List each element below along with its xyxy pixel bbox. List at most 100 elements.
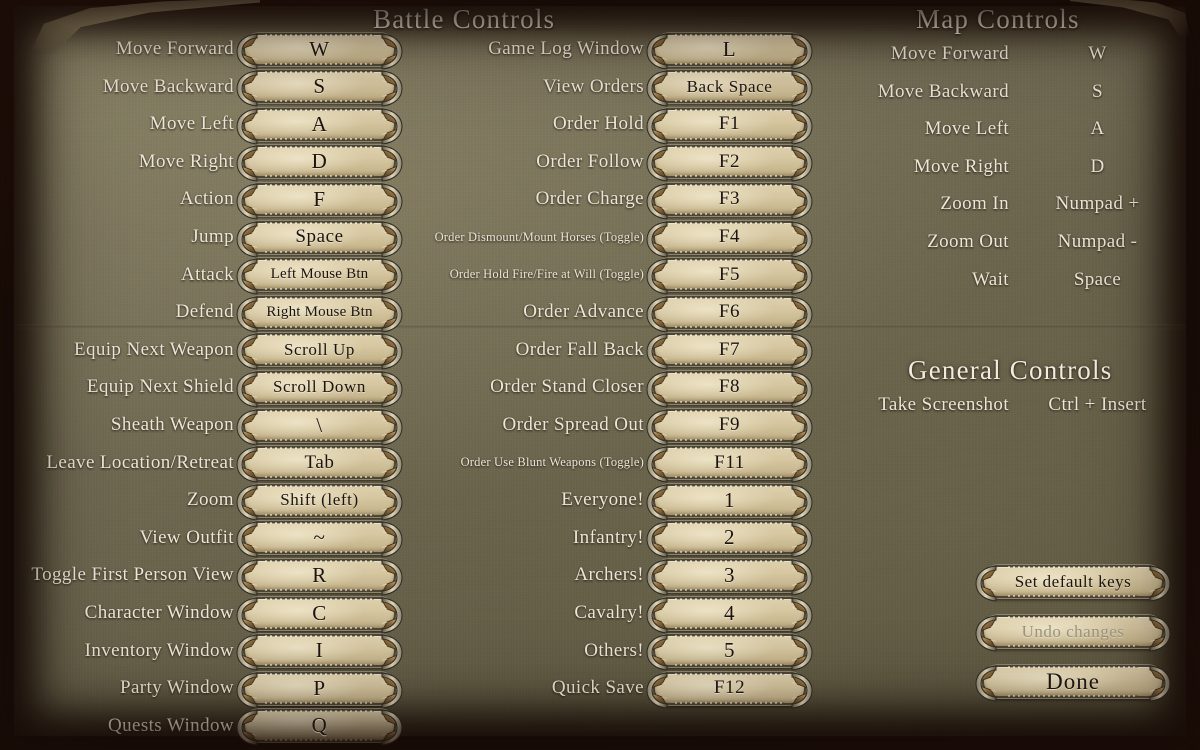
keybinding-button[interactable]: 3 bbox=[646, 558, 813, 596]
keybinding-row: Quick Save F12 bbox=[410, 671, 813, 709]
keybinding-button[interactable]: S bbox=[236, 70, 403, 107]
keybinding-key-value: 4 bbox=[723, 600, 736, 625]
keybinding-button[interactable]: 2 bbox=[646, 521, 813, 558]
keybinding-row: View Orders Back Space bbox=[410, 70, 813, 107]
keybinding-label: Action bbox=[179, 188, 234, 210]
heading-general-controls: General Controls bbox=[908, 355, 1113, 385]
keybinding-button[interactable]: Q bbox=[236, 709, 403, 746]
keybinding-row: Cavalry! 4 bbox=[410, 596, 813, 634]
control-info-label: Wait bbox=[971, 268, 1009, 290]
keybinding-button[interactable]: F9 bbox=[646, 408, 813, 446]
keybinding-button[interactable]: ~ bbox=[236, 521, 403, 558]
keybinding-row: Toggle First Person View R bbox=[0, 558, 403, 596]
control-info-key: W bbox=[1088, 43, 1107, 64]
keybinding-key-value: Space bbox=[295, 226, 344, 247]
keybinding-button[interactable]: F12 bbox=[646, 671, 813, 709]
control-info-row: Wait Space bbox=[845, 269, 1170, 291]
keybinding-button[interactable]: I bbox=[236, 634, 403, 671]
keybinding-button[interactable]: F5 bbox=[646, 258, 813, 295]
keybinding-button[interactable]: 1 bbox=[646, 483, 813, 521]
keybinding-button[interactable]: \ bbox=[236, 408, 403, 446]
action-button-label: Set default keys bbox=[1014, 571, 1132, 591]
control-info-row: Move Forward W bbox=[845, 43, 1170, 65]
keybinding-button[interactable]: P bbox=[236, 671, 403, 709]
keybinding-label: Move Forward bbox=[115, 38, 234, 59]
control-info-row: Move Left A bbox=[845, 118, 1170, 140]
keybinding-label: Toggle First Person View bbox=[31, 564, 234, 586]
keybinding-key-value: 1 bbox=[723, 487, 736, 512]
keybinding-key-value: F5 bbox=[718, 263, 741, 285]
keybinding-button[interactable]: C bbox=[236, 596, 403, 634]
keybinding-button[interactable]: Back Space bbox=[646, 70, 813, 107]
keybinding-button[interactable]: Left Mouse Btn bbox=[236, 258, 403, 295]
keybinding-key-value: F6 bbox=[718, 301, 741, 323]
keybinding-button[interactable]: A bbox=[236, 107, 403, 145]
keybinding-row: Archers! 3 bbox=[410, 558, 813, 596]
keybinding-button[interactable]: F2 bbox=[646, 145, 813, 182]
keybinding-button[interactable]: F6 bbox=[646, 295, 813, 333]
keybinding-key-value: F12 bbox=[713, 677, 746, 699]
keybinding-button[interactable]: F3 bbox=[646, 182, 813, 220]
keybinding-button[interactable]: Tab bbox=[236, 446, 403, 483]
keybinding-label: Leave Location/Retreat bbox=[46, 451, 234, 473]
keybinding-button[interactable]: Right Mouse Btn bbox=[236, 295, 403, 333]
keybinding-button[interactable]: F1 bbox=[646, 107, 813, 145]
keybinding-key-value: D bbox=[311, 149, 328, 174]
keybinding-label: Order Fall Back bbox=[515, 338, 644, 360]
keybinding-button[interactable]: F7 bbox=[646, 333, 813, 370]
keybinding-key-value: P bbox=[313, 675, 326, 700]
keybinding-row: Attack Left Mouse Btn bbox=[0, 258, 403, 295]
keybinding-row: Order Charge F3 bbox=[410, 182, 813, 220]
keybinding-button[interactable]: F11 bbox=[646, 446, 813, 483]
keybinding-button[interactable]: 4 bbox=[646, 596, 813, 634]
control-info-row: Take Screenshot Ctrl + Insert bbox=[845, 394, 1170, 416]
keybinding-button[interactable]: D bbox=[236, 145, 403, 182]
keybinding-button[interactable]: L bbox=[646, 32, 813, 70]
keybinding-button[interactable]: Scroll Down bbox=[236, 370, 403, 408]
keybinding-button[interactable]: 5 bbox=[646, 634, 813, 671]
keybinding-key-value: Back Space bbox=[686, 76, 773, 96]
keybinding-row: Everyone! 1 bbox=[410, 483, 813, 521]
done-button[interactable]: Done bbox=[975, 665, 1171, 702]
keybinding-button[interactable]: Shift (left) bbox=[236, 483, 403, 521]
keybinding-button[interactable]: F bbox=[236, 182, 403, 220]
keybinding-row: Order Hold F1 bbox=[410, 107, 813, 145]
keybinding-button[interactable]: W bbox=[236, 32, 403, 70]
keybinding-label: Order Follow bbox=[536, 150, 644, 172]
heading-map-controls: Map Controls bbox=[916, 4, 1080, 34]
keybinding-key-value: Tab bbox=[304, 451, 335, 473]
keybinding-row: Order Advance F6 bbox=[410, 295, 813, 333]
keybinding-row: View Outfit ~ bbox=[0, 521, 403, 558]
keybinding-label: Move Backward bbox=[102, 75, 234, 97]
keybinding-label: Zoom bbox=[187, 489, 234, 511]
keybinding-button[interactable]: F8 bbox=[646, 370, 813, 408]
keybinding-label: Order Spread Out bbox=[502, 414, 644, 435]
keybinding-row: Order Dismount/Mount Horses (Toggle) F4 bbox=[410, 220, 813, 258]
control-info-key: A bbox=[1090, 118, 1105, 140]
keybinding-label: Order Stand Closer bbox=[490, 376, 644, 398]
keybinding-label: Move Right bbox=[138, 150, 234, 172]
keybinding-row: Order Use Blunt Weapons (Toggle) F11 bbox=[410, 446, 813, 483]
keybinding-button[interactable]: F4 bbox=[646, 220, 813, 258]
keybinding-key-value: 5 bbox=[723, 638, 736, 663]
keybinding-label: Sheath Weapon bbox=[110, 414, 234, 435]
keybinding-label: View Outfit bbox=[139, 526, 234, 548]
keybinding-button[interactable]: Space bbox=[236, 220, 403, 258]
keybinding-label: Order Dismount/Mount Horses (Toggle) bbox=[434, 229, 644, 244]
keybinding-key-value: ~ bbox=[313, 525, 326, 550]
keybinding-button[interactable]: Scroll Up bbox=[236, 333, 403, 370]
keybinding-key-value: F4 bbox=[718, 226, 741, 247]
keybinding-label: Quests Window bbox=[107, 714, 234, 736]
control-info-label: Move Right bbox=[913, 155, 1009, 177]
keybinding-row: Character Window C bbox=[0, 596, 403, 634]
keybinding-key-value: Shift (left) bbox=[280, 490, 359, 510]
keybinding-row: Order Follow F2 bbox=[410, 145, 813, 182]
keybinding-key-value: R bbox=[312, 562, 327, 587]
control-info-row: Move Right D bbox=[845, 156, 1170, 178]
keybinding-label: Cavalry! bbox=[574, 602, 644, 623]
keybinding-button[interactable]: R bbox=[236, 558, 403, 596]
control-info-label: Take Screenshot bbox=[878, 394, 1009, 415]
set-default-keys-button[interactable]: Set default keys bbox=[975, 565, 1171, 602]
keybinding-label: Infantry! bbox=[572, 526, 644, 548]
keybinding-key-value: F1 bbox=[718, 113, 741, 135]
